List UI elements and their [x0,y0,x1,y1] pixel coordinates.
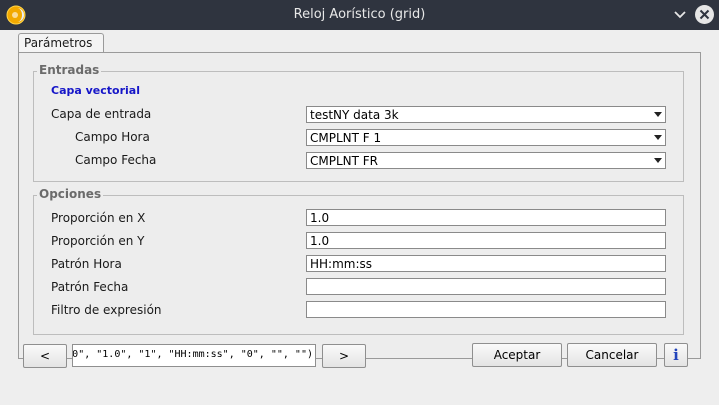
entradas-group: Entradas Capa vectorial Capa de entrada … [33,63,684,182]
info-icon: i [673,346,679,364]
campo-hora-value: CMPLNT F 1 [310,131,382,145]
dropdown-arrow-icon [654,112,662,117]
entradas-title: Entradas [37,63,102,77]
accept-button[interactable]: Aceptar [472,343,562,367]
prev-button[interactable]: < [23,344,67,368]
proporcion-x-label: Proporción en X [51,211,146,225]
capa-vectorial-heading: Capa vectorial [51,84,140,97]
campo-fecha-label: Campo Fecha [75,153,157,167]
proporcion-y-label: Proporción en Y [51,234,145,248]
cancel-button[interactable]: Cancelar [567,343,657,367]
info-button[interactable]: i [664,343,688,367]
proporcion-y-input[interactable]: 1.0 [306,232,666,249]
campo-fecha-value: CMPLNT FR [310,154,379,168]
proporcion-y-value: 1.0 [310,234,330,248]
campo-hora-select[interactable]: CMPLNT F 1 [306,129,666,146]
proporcion-x-value: 1.0 [310,211,330,225]
patron-hora-label: Patrón Hora [51,257,122,271]
capa-entrada-select[interactable]: testNY data 3k [306,106,666,123]
campo-fecha-select[interactable]: CMPLNT FR [306,152,666,169]
tab-parametros[interactable]: Parámetros [18,33,104,52]
command-text: 0", "1.0", "1", "HH:mm:ss", "0", "", "") [72,349,313,360]
opciones-title: Opciones [37,187,104,201]
next-button[interactable]: > [322,344,366,368]
patron-hora-input[interactable]: HH:mm:ss [306,255,666,272]
patron-fecha-input[interactable] [306,278,666,295]
dropdown-arrow-icon [654,158,662,163]
title-bar: Reloj Aorístico (grid) [0,0,719,30]
capa-entrada-label: Capa de entrada [51,107,152,121]
close-icon[interactable] [694,4,715,25]
patron-hora-value: HH:mm:ss [310,257,373,271]
filtro-expresion-input[interactable] [306,301,666,318]
tab-panel: Entradas Capa vectorial Capa de entrada … [18,52,701,359]
opciones-group: Opciones Proporción en X 1.0 Proporción … [33,187,684,335]
capa-entrada-value: testNY data 3k [310,108,399,122]
window-title: Reloj Aorístico (grid) [293,7,426,22]
dropdown-arrow-icon [654,135,662,140]
filtro-expresion-label: Filtro de expresión [51,303,162,317]
campo-hora-label: Campo Hora [75,130,150,144]
tab-label: Parámetros [24,36,93,50]
patron-fecha-label: Patrón Fecha [51,280,129,294]
proporcion-x-input[interactable]: 1.0 [306,209,666,226]
command-field[interactable]: 0", "1.0", "1", "HH:mm:ss", "0", "", "") [72,344,316,367]
chevron-down-icon[interactable] [671,6,689,24]
